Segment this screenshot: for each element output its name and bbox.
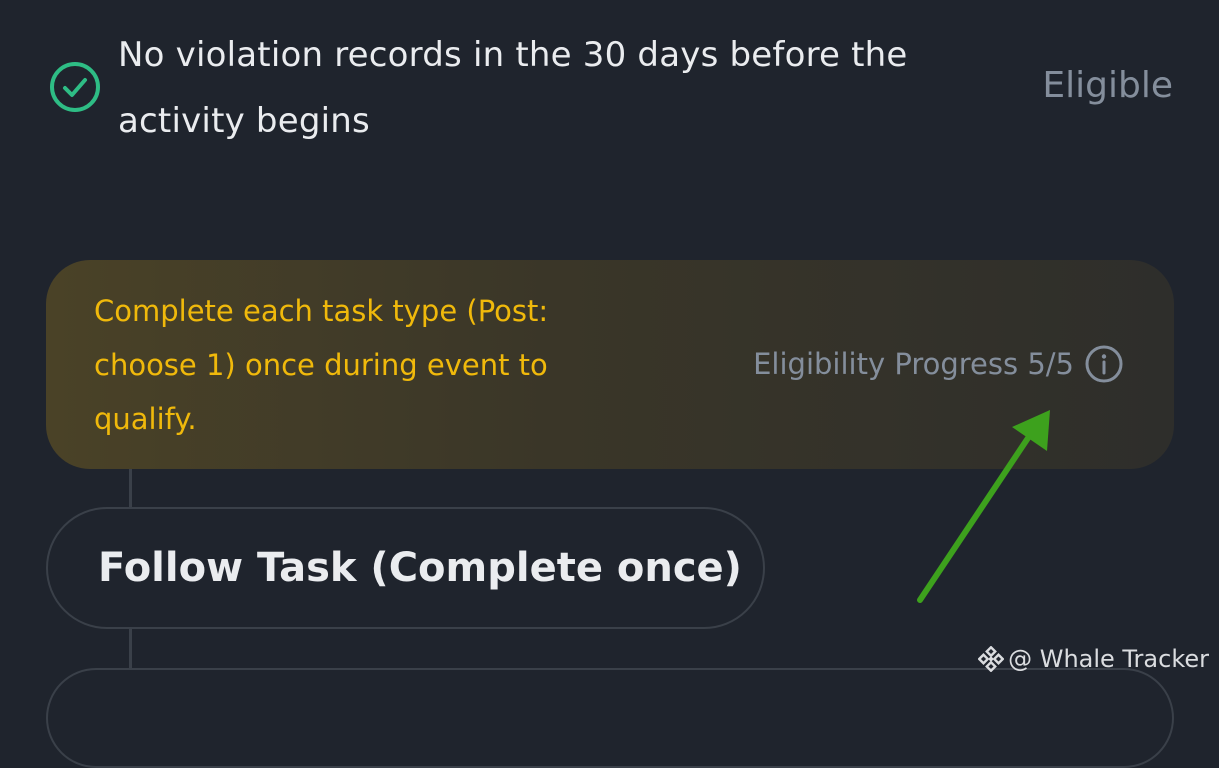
task-requirement-text: Complete each task type (Post: choose 1)…	[94, 294, 549, 436]
check-circle-icon	[50, 62, 100, 112]
info-icon[interactable]	[1084, 344, 1124, 384]
binance-logo-icon	[978, 646, 1005, 672]
watermark: @ Whale Tracker	[978, 645, 1209, 673]
timeline-connector	[129, 629, 132, 668]
follow-task-button[interactable]: Follow Task (Complete once)	[46, 507, 765, 629]
next-task-card[interactable]	[46, 668, 1174, 768]
eligibility-progress-label: Eligibility Progress 5/5	[753, 347, 1074, 381]
requirement-text: No violation records in the 30 days befo…	[118, 35, 908, 141]
eligibility-progress: Eligibility Progress 5/5	[753, 338, 1124, 390]
task-requirement-banner: Complete each task type (Post: choose 1)…	[46, 260, 1174, 469]
follow-task-title: Follow Task (Complete once)	[98, 545, 742, 591]
watermark-text: @ Whale Tracker	[1008, 645, 1209, 673]
timeline-connector	[129, 469, 132, 507]
eligibility-status: Eligible	[1042, 65, 1173, 106]
